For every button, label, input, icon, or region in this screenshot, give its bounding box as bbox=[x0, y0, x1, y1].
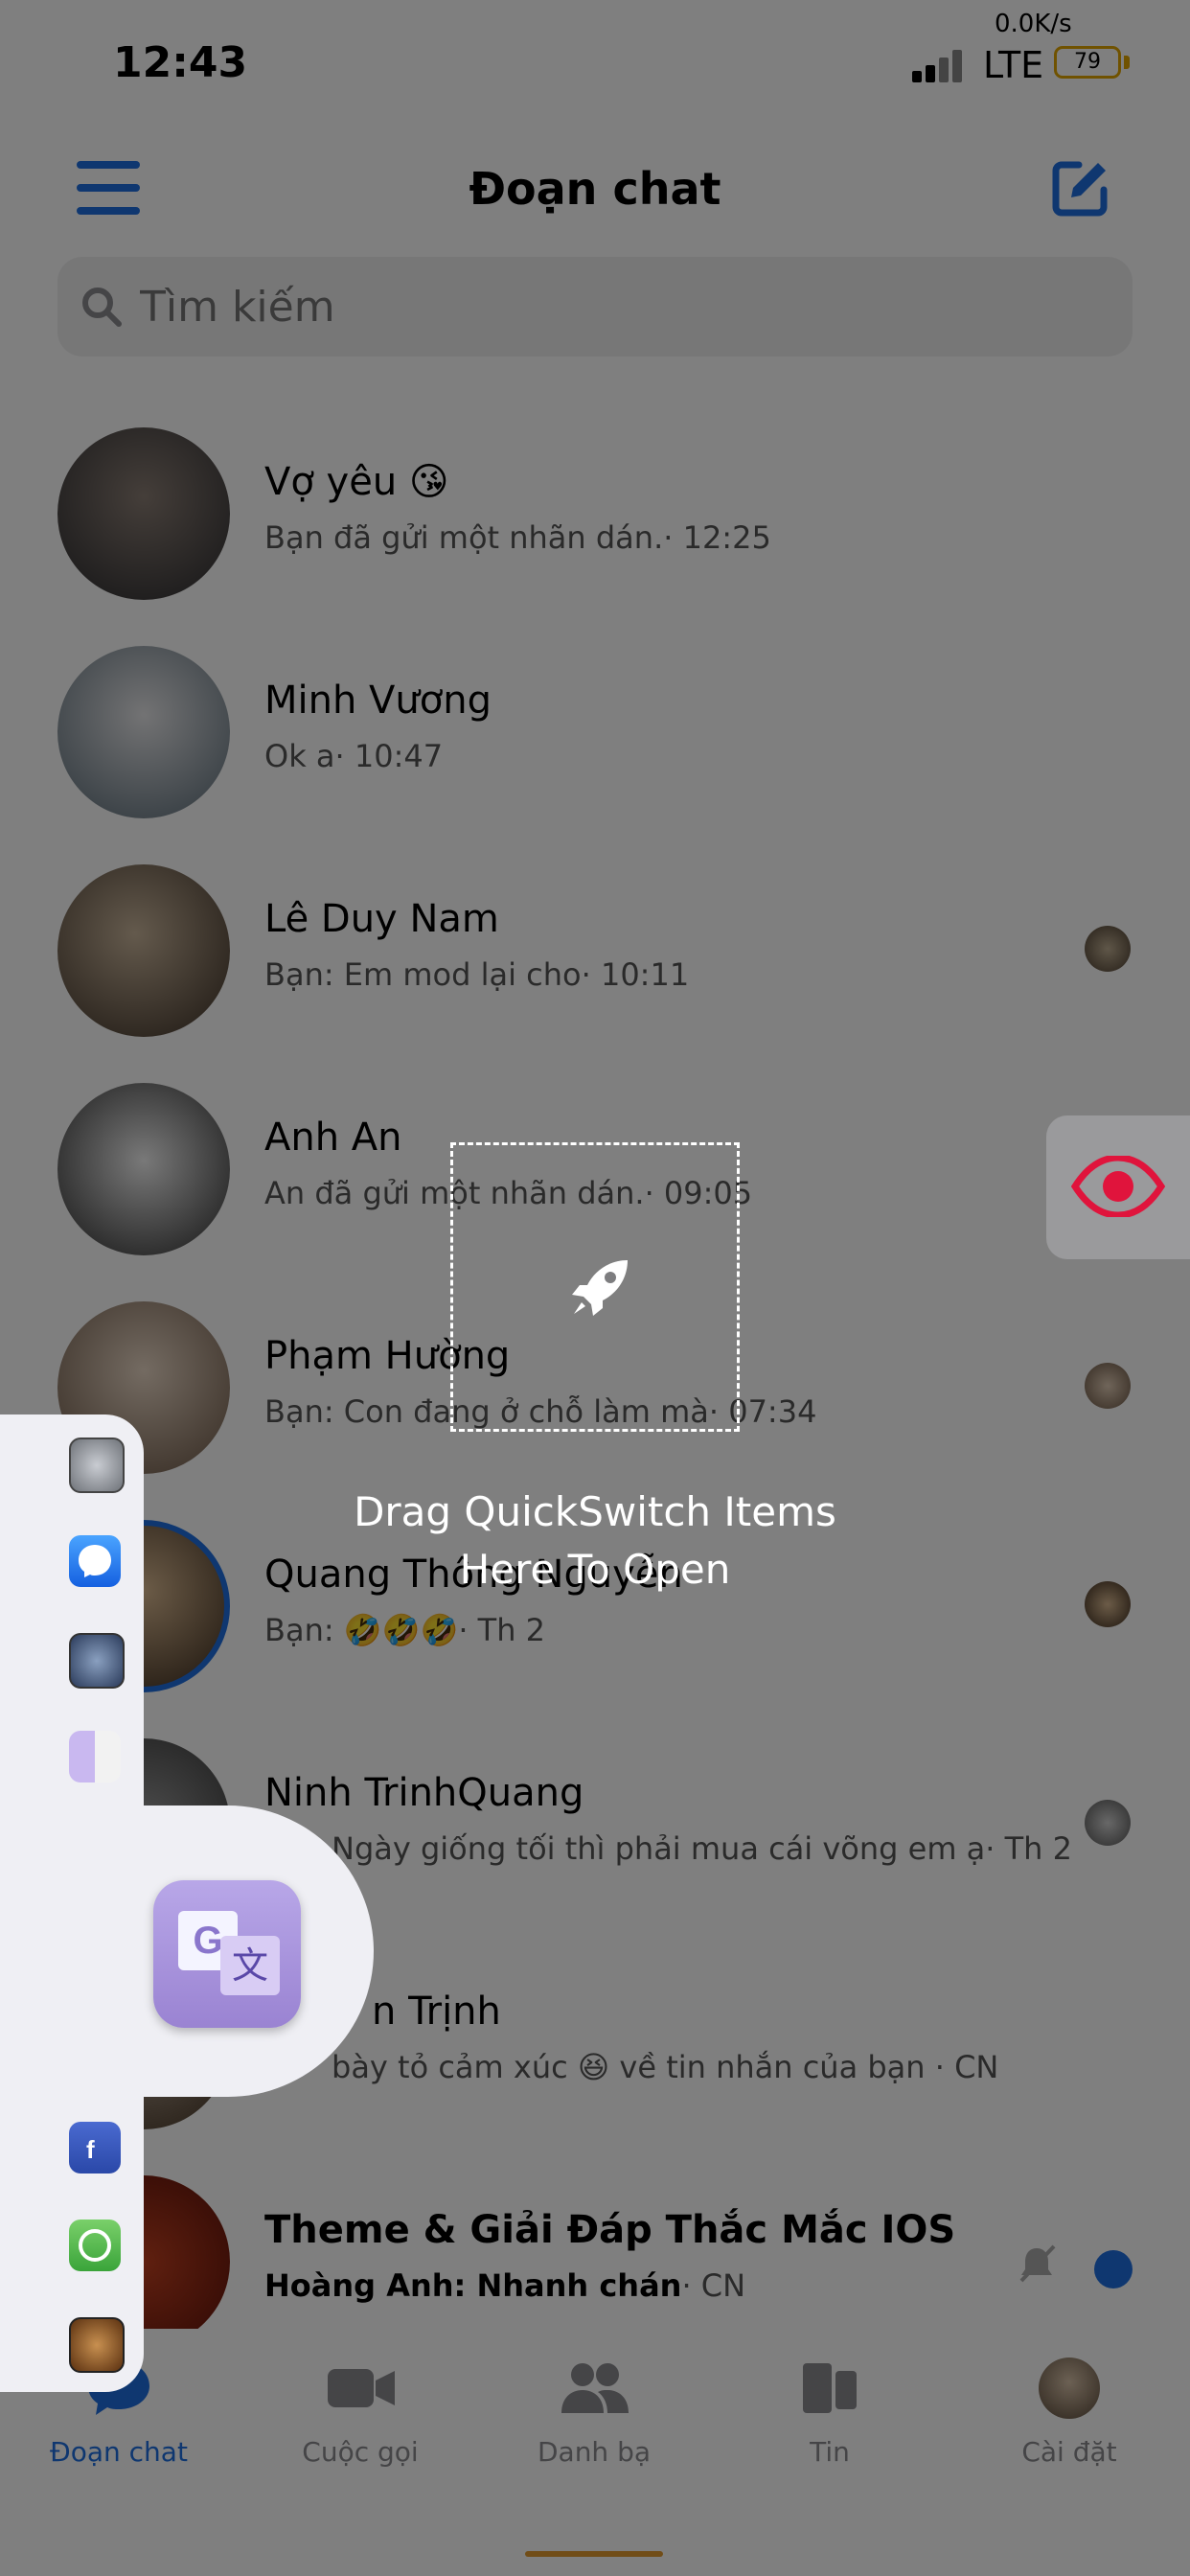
quickswitch-drop-zone[interactable] bbox=[450, 1142, 740, 1432]
safari-app-icon[interactable] bbox=[69, 1633, 125, 1689]
whatsapp-app-icon[interactable] bbox=[69, 2220, 121, 2271]
settings-app-icon[interactable] bbox=[69, 1438, 125, 1493]
facebook-glyph: f bbox=[86, 2135, 95, 2164]
messenger-glyph bbox=[79, 1545, 111, 1577]
finder-app-icon[interactable] bbox=[69, 1731, 121, 1782]
eye-icon bbox=[1071, 1156, 1165, 1217]
drop-instruction-line1: Drag QuickSwitch Items bbox=[354, 1488, 836, 1535]
messenger-app-icon[interactable] bbox=[69, 1535, 121, 1587]
translate-char-glyph: 文 bbox=[220, 1936, 280, 1995]
google-translate-app-icon[interactable]: G 文 bbox=[153, 1880, 301, 2028]
drop-instruction-line2: Here To Open bbox=[459, 1546, 731, 1593]
whatsapp-glyph bbox=[79, 2229, 111, 2262]
drop-instruction: Drag QuickSwitch Items Here To Open bbox=[308, 1484, 882, 1598]
rocket-icon bbox=[572, 1260, 628, 1316]
visibility-toggle-button[interactable] bbox=[1046, 1116, 1190, 1259]
photo-app-icon[interactable] bbox=[69, 2317, 125, 2373]
facebook-app-icon[interactable]: f bbox=[69, 2122, 121, 2174]
